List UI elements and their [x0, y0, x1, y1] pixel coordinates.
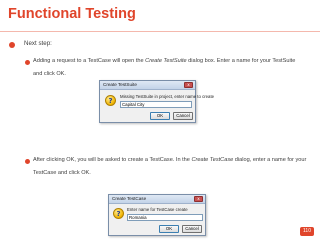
question-icon: ? [113, 208, 124, 219]
testcase-name-input[interactable]: Romania [127, 214, 203, 221]
question-icon: ? [105, 95, 116, 106]
paragraph-text: After clicking OK, you will be asked to … [33, 157, 192, 163]
paragraph-text: and click OK. [33, 71, 66, 77]
bullet-icon [25, 159, 30, 164]
create-testcase-dialog: Create TestCase x ? Enter name for TestC… [108, 194, 206, 236]
ok-button[interactable]: OK [159, 225, 179, 233]
paragraph-text: TestCase and click OK. [33, 170, 91, 176]
testsuite-name-input[interactable]: Capital City [120, 101, 192, 108]
ok-button[interactable]: OK [150, 112, 170, 120]
create-testsuite-dialog: Create TestSuite x ? Missing TestSuite i… [99, 80, 214, 123]
close-button[interactable]: x [194, 196, 203, 202]
step-label: Next step: [24, 40, 52, 47]
paragraph-emphasis: Create TestSuite [145, 58, 187, 64]
dialog-titlebar: Create TestSuite x [100, 81, 195, 90]
bullet-icon [25, 60, 30, 65]
paragraph-text: dialog, enter a name for your [233, 157, 307, 163]
close-button[interactable]: x [184, 82, 193, 88]
dialog-prompt: Enter name for TestCase create [127, 207, 188, 212]
cancel-button[interactable]: Cancel [173, 112, 193, 120]
page-number: 110 [300, 227, 314, 236]
paragraph-emphasis: Create TestCase [191, 157, 234, 163]
paragraph-testcase: After clicking OK, you will be asked to … [33, 154, 313, 180]
cancel-button[interactable]: Cancel [182, 225, 202, 233]
dialog-prompt: Missing TestSuite in project, enter name… [120, 94, 215, 99]
dialog-title: Create TestSuite [103, 82, 137, 87]
paragraph-text: Adding a request to a TestCase will open… [33, 58, 146, 64]
slide: Functional Testing Next step: Adding a r… [0, 0, 320, 240]
title-divider [0, 31, 320, 32]
paragraph-text: dialog box. Enter a name for your TestSu… [186, 58, 296, 64]
bullet-icon [9, 42, 15, 48]
dialog-titlebar: Create TestCase x [109, 195, 205, 204]
paragraph-testsuite: Adding a request to a TestCase will open… [33, 55, 313, 81]
dialog-title: Create TestCase [112, 196, 147, 201]
slide-title: Functional Testing [8, 6, 136, 22]
